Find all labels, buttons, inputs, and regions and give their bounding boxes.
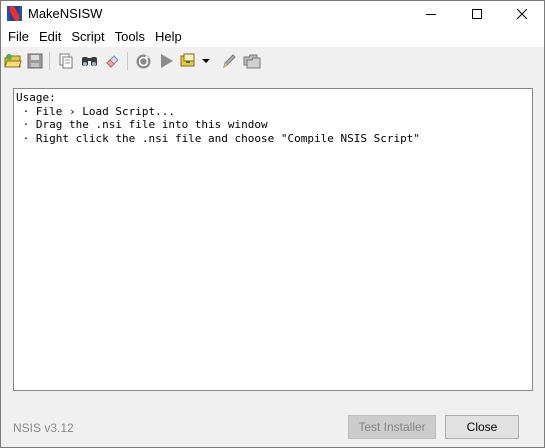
nsis-app-icon xyxy=(6,5,23,22)
toolbar-separator xyxy=(127,52,128,70)
makensisw-window: MakeNSISW File Edit Script Tools Help Us… xyxy=(0,0,545,448)
open-script-icon xyxy=(4,54,22,68)
toolbar-separator xyxy=(49,52,50,70)
output-log[interactable]: Usage: · File › Load Script... · Drag th… xyxy=(13,88,533,391)
recompile-icon xyxy=(136,54,150,68)
browse-script-button[interactable] xyxy=(242,51,262,71)
test-installer-icon xyxy=(161,54,173,68)
compressor-dropdown-icon xyxy=(202,59,210,63)
minimize-button[interactable] xyxy=(408,1,454,27)
save-icon xyxy=(27,53,43,69)
log-line: · Right click the .nsi file and choose "… xyxy=(16,131,420,145)
close-button[interactable]: Close xyxy=(445,415,519,439)
compressor-icon xyxy=(180,53,195,67)
menu-file[interactable]: File xyxy=(3,27,34,47)
log-line: Usage: xyxy=(16,91,56,104)
browse-script-icon xyxy=(243,54,261,69)
log-line: · Drag the .nsi file into this window xyxy=(16,118,268,132)
clear-log-icon xyxy=(106,55,119,68)
menu-tools[interactable]: Tools xyxy=(110,27,150,47)
maximize-button[interactable] xyxy=(454,1,500,27)
edit-script-button[interactable] xyxy=(219,51,239,71)
copy-icon xyxy=(59,53,73,69)
log-line: · File › Load Script... xyxy=(16,104,175,118)
find-icon xyxy=(81,57,97,66)
close-icon xyxy=(517,9,527,19)
minimize-icon xyxy=(426,14,436,15)
toolbar xyxy=(1,47,544,75)
title-bar: MakeNSISW xyxy=(1,1,544,27)
find-button[interactable] xyxy=(79,51,99,71)
copy-button[interactable] xyxy=(56,51,76,71)
edit-script-icon xyxy=(223,54,236,69)
open-script-button[interactable] xyxy=(3,51,23,71)
test-installer-toolbar-button[interactable] xyxy=(156,51,176,71)
window-title: MakeNSISW xyxy=(28,6,103,21)
menu-script[interactable]: Script xyxy=(66,27,109,47)
maximize-icon xyxy=(472,9,482,19)
version-label: NSIS v3.12 xyxy=(13,421,74,435)
recompile-button[interactable] xyxy=(133,51,153,71)
test-installer-button[interactable]: Test Installer xyxy=(348,415,436,439)
window-close-button[interactable] xyxy=(499,1,545,27)
menu-edit[interactable]: Edit xyxy=(34,27,66,47)
menu-help[interactable]: Help xyxy=(150,27,187,47)
menu-bar: File Edit Script Tools Help xyxy=(1,27,544,47)
compressor-button[interactable] xyxy=(179,51,199,71)
compressor-dropdown-button[interactable] xyxy=(200,51,212,71)
save-button[interactable] xyxy=(25,51,45,71)
clear-log-button[interactable] xyxy=(102,51,122,71)
